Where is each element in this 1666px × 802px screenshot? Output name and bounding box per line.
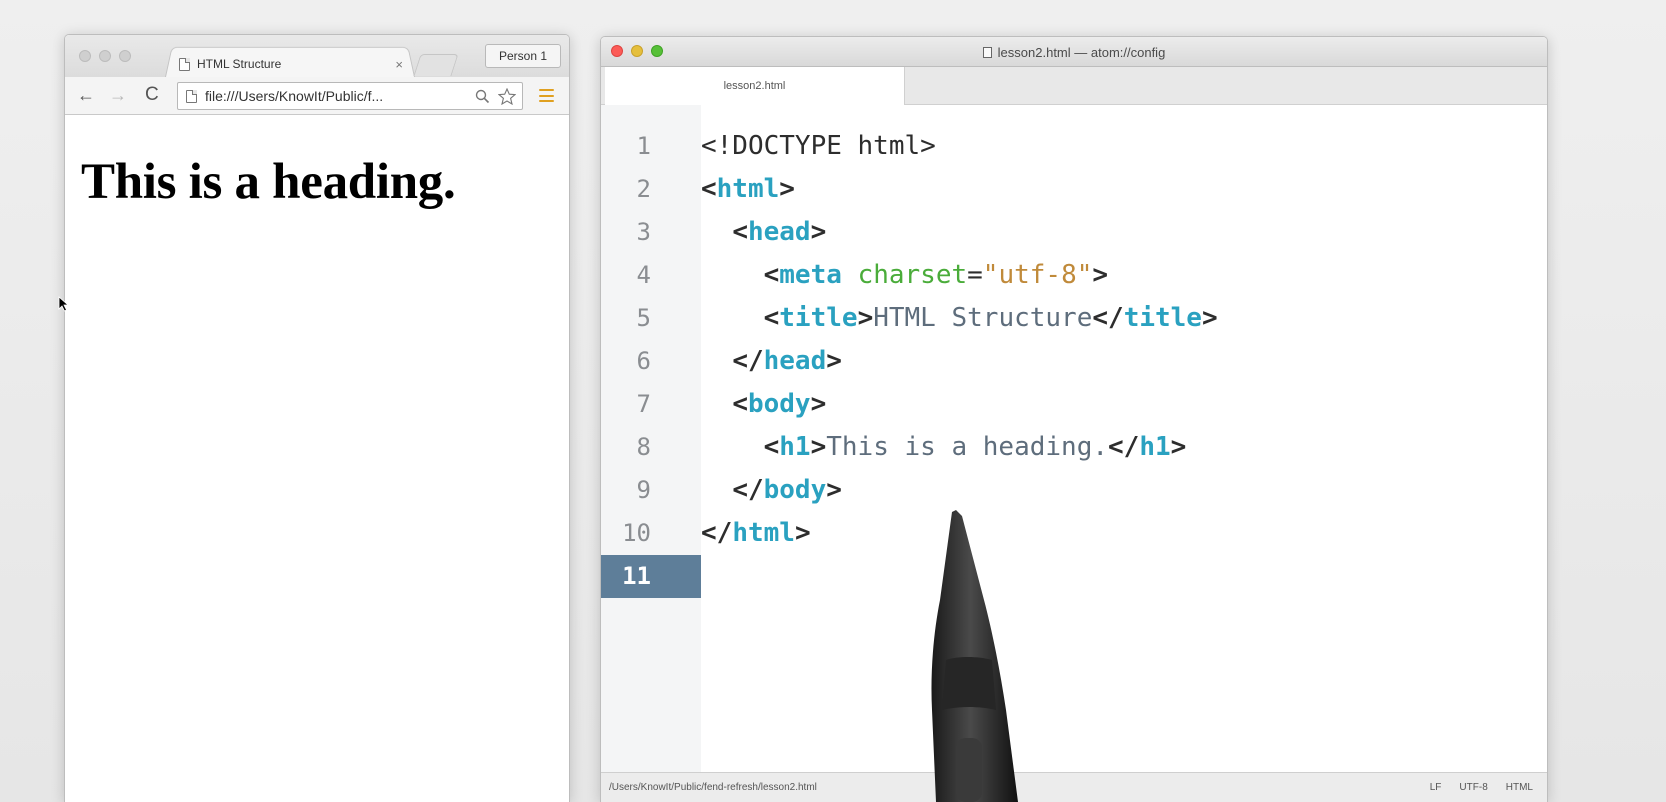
line-number[interactable]: 8 <box>601 426 701 469</box>
editor-window-title: lesson2.html — atom://config <box>601 37 1547 67</box>
line-number[interactable]: 10 <box>601 512 701 555</box>
mouse-cursor-icon <box>58 296 70 312</box>
attribute-value: "utf-8" <box>982 260 1093 290</box>
new-tab-button[interactable] <box>413 54 459 76</box>
grammar-indicator[interactable]: HTML <box>1506 782 1533 793</box>
file-path[interactable]: /Users/KnowIt/Public/fend-refresh/lesson… <box>609 782 817 793</box>
reload-icon[interactable]: C <box>145 85 159 105</box>
code-line[interactable]: <html> <box>701 168 1547 211</box>
close-window-button[interactable] <box>79 50 91 62</box>
browser-window: HTML Structure × Person 1 ← → C file:///… <box>64 34 570 802</box>
editor-title-bar: lesson2.html — atom://config <box>601 37 1547 67</box>
line-number-active[interactable]: 11 <box>601 555 701 598</box>
code-line[interactable]: <body> <box>701 383 1547 426</box>
stylus-pen <box>931 510 1018 802</box>
line-number[interactable]: 9 <box>601 469 701 512</box>
line-number[interactable]: 4 <box>601 254 701 297</box>
profile-button[interactable]: Person 1 <box>485 44 561 68</box>
browser-viewport: This is a heading. <box>65 115 569 802</box>
file-icon <box>982 46 992 58</box>
page-heading: This is a heading. <box>81 154 456 210</box>
back-arrow-icon[interactable]: ← <box>77 85 95 105</box>
browser-toolbar: ← → C file:///Users/KnowIt/Public/f... <box>65 77 569 115</box>
line-number[interactable]: 3 <box>601 211 701 254</box>
zoom-icon[interactable] <box>475 89 490 104</box>
tag-name: title <box>1123 303 1202 333</box>
tag-name: meta <box>779 260 842 290</box>
editor-tab-bar: lesson2.html <box>601 67 1547 105</box>
code-line-active[interactable] <box>701 555 1547 598</box>
window-controls[interactable] <box>79 50 131 62</box>
bookmark-star-icon[interactable] <box>498 87 516 105</box>
editor-title-text: lesson2.html — atom://config <box>997 44 1166 60</box>
browser-tab-bar: HTML Structure × Person 1 <box>65 35 569 77</box>
line-number[interactable]: 5 <box>601 297 701 340</box>
code-line[interactable]: <title>HTML Structure</title> <box>701 297 1547 340</box>
code-line[interactable]: </html> <box>701 512 1547 555</box>
code-line[interactable]: <meta charset="utf-8"> <box>701 254 1547 297</box>
editor-window: lesson2.html — atom://config lesson2.htm… <box>600 36 1548 802</box>
line-number[interactable]: 1 <box>601 125 701 168</box>
tag-name: body <box>763 475 827 505</box>
code-line[interactable]: <!DOCTYPE html> <box>701 125 1547 168</box>
line-number-gutter: 1 2 3 4 5 6 7 8 9 10 11 <box>601 105 701 772</box>
editor-tab-lesson2[interactable]: lesson2.html <box>605 67 905 105</box>
heading-text: This is a heading. <box>826 432 1109 462</box>
code-line[interactable]: </head> <box>701 340 1547 383</box>
line-number[interactable]: 6 <box>601 340 701 383</box>
line-ending-indicator[interactable]: LF <box>1430 782 1442 793</box>
tag-name: h1 <box>1139 432 1171 462</box>
code-line[interactable]: <head> <box>701 211 1547 254</box>
page-icon <box>179 57 190 71</box>
line-number[interactable]: 7 <box>601 383 701 426</box>
tag-name: html <box>716 174 780 204</box>
line-numbers: 1 2 3 4 5 6 7 8 9 10 11 <box>601 125 701 598</box>
minimize-window-button[interactable] <box>99 50 111 62</box>
tag-name: head <box>763 346 827 376</box>
title-text: HTML Structure <box>873 303 1093 333</box>
tag-name: body <box>747 389 811 419</box>
line-number[interactable]: 2 <box>601 168 701 211</box>
tag-name: h1 <box>779 432 811 462</box>
forward-arrow-icon[interactable]: → <box>109 85 127 105</box>
attribute-name: charset <box>857 260 968 290</box>
code-line[interactable]: </body> <box>701 469 1547 512</box>
zoom-window-button[interactable] <box>119 50 131 62</box>
encoding-indicator[interactable]: UTF-8 <box>1459 782 1487 793</box>
address-bar[interactable]: file:///Users/KnowIt/Public/f... <box>177 82 523 110</box>
code-lines[interactable]: <!DOCTYPE html> <html> <head> <meta char… <box>701 125 1547 598</box>
browser-tab-title: HTML Structure <box>197 57 282 71</box>
tag-name: html <box>732 518 795 548</box>
editor-status-bar: /Users/KnowIt/Public/fend-refresh/lesson… <box>601 772 1547 802</box>
code-line[interactable]: <h1>This is a heading.</h1> <box>701 426 1547 469</box>
tag-name: head <box>747 217 811 247</box>
hamburger-menu-icon[interactable] <box>539 89 554 102</box>
tag-name: title <box>779 303 858 333</box>
doctype: <!DOCTYPE html> <box>701 131 936 161</box>
tab-close-icon[interactable]: × <box>395 57 403 72</box>
url-text[interactable]: file:///Users/KnowIt/Public/f... <box>205 88 467 104</box>
browser-tab[interactable]: HTML Structure × <box>179 53 411 75</box>
page-icon <box>186 89 197 103</box>
